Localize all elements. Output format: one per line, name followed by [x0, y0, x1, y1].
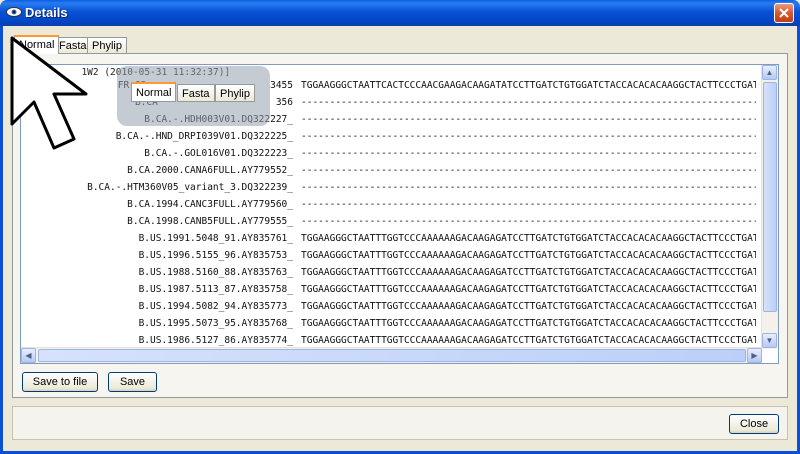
sequence-name: B.CA.1998.CANB5FULL.AY779555_ — [127, 216, 293, 227]
sequence-data: TGGAAGGGCTAATTCACTCCCAACGAAGACAAGATATCCT… — [301, 80, 756, 91]
sequence-data: ----------------------------------------… — [301, 199, 756, 210]
sequence-data: ----------------------------------------… — [301, 182, 756, 193]
bottom-panel — [12, 406, 788, 440]
sequence-name-tail: 356 — [275, 97, 293, 108]
sequence-data: TGGAAGGGCTAATTTGGTCCCAAAAAAGACAAGAGATCCT… — [301, 284, 756, 295]
sequence-row: B.CA.-.GOL016V01.DQ322223_ --------------… — [21, 145, 771, 162]
vertical-scroll-thumb[interactable] — [763, 82, 777, 312]
sequence-name: B.US.1991.5048_91.AY835761_ — [138, 233, 293, 244]
sequence-name: B.US.1995.5073_95.AY835768_ — [138, 318, 293, 329]
sequence-data: ----------------------------------------… — [301, 216, 756, 227]
popup-tab-fasta[interactable]: Fasta — [177, 84, 215, 102]
sequence-data: TGGAAGGGCTAATTTGGTCCCAAAAAAGACAAGAGATCCT… — [301, 267, 756, 278]
window-close-button[interactable] — [774, 3, 794, 23]
sequence-data: TGGAAGGGCTAATTTGGTCCCAAAAAAGACAAGAGATCCT… — [301, 233, 756, 244]
sequence-name: B.CA.-.HND_DRPI039V01.DQ322225_ — [115, 131, 293, 142]
sequence-name: B.US.1996.5155_96.AY835753_ — [138, 250, 293, 261]
sequence-row: B.CA.1994.CANC3FULL.AY779560_ -----------… — [21, 196, 771, 213]
sequence-name: B.CA.2000.CANA6FULL.AY779552_ — [127, 165, 293, 176]
sequence-row: B.CA.2000.CANA6FULL.AY779552_ -----------… — [21, 162, 771, 179]
horizontal-scrollbar[interactable]: ◀ ▶ — [21, 347, 762, 363]
scroll-up-button[interactable]: ▲ — [762, 65, 777, 80]
scroll-down-button[interactable]: ▼ — [762, 333, 777, 348]
scroll-left-button[interactable]: ◀ — [21, 348, 36, 363]
popup-tab-phylip[interactable]: Phylip — [215, 84, 255, 102]
scroll-right-button[interactable]: ▶ — [747, 348, 762, 363]
sequence-row: B.US.1987.5113_87.AY835758_ TGGAAGGGCTAAT… — [21, 281, 771, 298]
sequence-row: B.CA.-.HND_DRPI039V01.DQ322225_ ---------… — [21, 128, 771, 145]
sequence-data: TGGAAGGGCTAATTTGGTCCCAAAAAAGACAAGAGATCCT… — [301, 301, 756, 312]
sequence-row: B.US.1994.5082_94.AY835773_ TGGAAGGGCTAAT… — [21, 298, 771, 315]
sequence-data: ----------------------------------------… — [301, 148, 756, 159]
sequence-data: ----------------------------------------… — [301, 114, 756, 125]
window-title: Details — [25, 5, 68, 20]
sequence-row: B.CA.1998.CANB5FULL.AY779555_ -----------… — [21, 213, 771, 230]
eye-icon — [6, 7, 22, 17]
sequence-name-tail: 3455 — [270, 80, 293, 91]
sequence-row: B.US.1996.5155_96.AY835753_ TGGAAGGGCTAAT… — [21, 247, 771, 264]
close-button[interactable]: Close — [729, 414, 779, 434]
sequence-name: B.US.1988.5160_88.AY835763_ — [138, 267, 293, 278]
sequence-name: B.CA.-.HTM360V05_variant_3.DQ322239_ — [87, 182, 293, 193]
sequence-row: B.US.1988.5160_88.AY835763_ TGGAAGGGCTAAT… — [21, 264, 771, 281]
close-x-icon — [779, 8, 789, 18]
save-to-file-button[interactable]: Save to file — [22, 372, 98, 392]
horizontal-scroll-thumb[interactable] — [38, 349, 746, 362]
sequence-name: B.CA.-.GOL016V01.DQ322223_ — [144, 148, 293, 159]
title-bar[interactable]: Details — [0, 0, 800, 26]
vertical-scrollbar[interactable]: ▲ ▼ — [761, 65, 778, 349]
sequence-row: B.US.1995.5073_95.AY835768_ TGGAAGGGCTAAT… — [21, 315, 771, 332]
save-button[interactable]: Save — [108, 372, 157, 392]
sequence-name: B.CA.1994.CANC3FULL.AY779560_ — [127, 199, 293, 210]
sequence-data: TGGAAGGGCTAATTTGGTCCCAAAAAAGACAAGAGATCCT… — [301, 250, 756, 261]
sequence-name: B.US.1994.5082_94.AY835773_ — [138, 301, 293, 312]
sequence-data: TGGAAGGGCTAATTTGGTCCCAAAAAAGACAAGAGATCCT… — [301, 318, 756, 329]
sequence-data: ----------------------------------------… — [301, 165, 756, 176]
sequence-data: ----------------------------------------… — [301, 97, 756, 108]
popup-tab-normal[interactable]: Normal — [131, 82, 177, 102]
sequence-row: B.US.1991.5048_91.AY835761_ TGGAAGGGCTAAT… — [21, 230, 771, 247]
sequence-row: B.CA.-.HTM360V05_variant_3.DQ322239_ ----… — [21, 179, 771, 196]
sequence-name: B.US.1987.5113_87.AY835758_ — [138, 284, 293, 295]
arrow-cursor-icon — [10, 36, 88, 150]
sequence-data: ----------------------------------------… — [301, 131, 756, 142]
